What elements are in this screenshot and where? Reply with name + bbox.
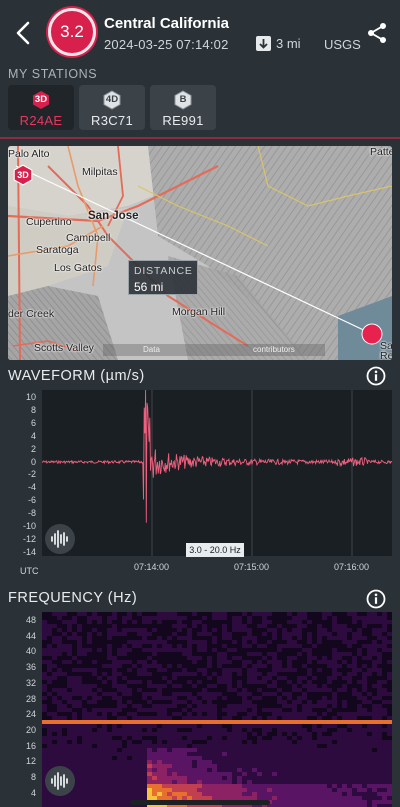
- station-tab-re991[interactable]: B RE991: [150, 85, 216, 130]
- scroll-handle[interactable]: [130, 800, 270, 805]
- filter-band-label: 3.0 - 20.0 Hz: [186, 543, 244, 557]
- station-badge-icon: B: [173, 90, 193, 110]
- station-badge-icon: 4D: [102, 90, 122, 110]
- spectrogram-y-tick: 8: [30, 772, 36, 782]
- waveform-icon[interactable]: [45, 766, 75, 796]
- map-label: Campbell: [66, 232, 111, 244]
- waveform-y-tick: -14: [22, 546, 36, 557]
- spectrogram-y-tick: 36: [25, 662, 36, 673]
- spectrogram-y-tick: 40: [25, 646, 36, 657]
- section-divider: [0, 137, 400, 139]
- distance-callout: DISTANCE 56 mi: [128, 260, 198, 295]
- spectrogram-plot[interactable]: [42, 612, 392, 807]
- station-name: R24AE: [19, 113, 63, 128]
- waveform-y-tick: 8: [30, 404, 36, 415]
- station-name: RE991: [162, 113, 204, 128]
- chevron-left-icon[interactable]: [12, 20, 36, 46]
- waveform-x-tick: 07:16:00: [334, 562, 370, 572]
- waveform-plot[interactable]: [41, 389, 393, 556]
- map-label: Patte: [370, 146, 392, 158]
- waveform-y-tick: 0: [30, 456, 36, 467]
- waveform-y-tick: 2: [30, 443, 36, 454]
- header: 3.2 Central California 2024-03-25 07:14:…: [0, 0, 400, 66]
- spectrogram-y-tick: 32: [25, 677, 36, 688]
- spectrogram-y-tick: 4: [30, 787, 36, 798]
- distance-value: 56 mi: [134, 280, 164, 294]
- event-region: Central California: [104, 15, 230, 32]
- spectrogram-y-tick: 16: [25, 740, 36, 751]
- station-location-marker[interactable]: 3D: [12, 164, 34, 186]
- waveform-y-tick: -4: [27, 482, 36, 493]
- station-name: R3C71: [91, 113, 133, 128]
- spectrogram-y-tick: 44: [25, 630, 36, 641]
- waveform-x-unit: UTC: [20, 566, 39, 576]
- spectrogram-y-tick: 28: [25, 693, 36, 704]
- spectrogram-y-tick: 48: [25, 615, 36, 625]
- map-attribution: Data contributors: [103, 344, 325, 356]
- map-label: Saratoga: [36, 244, 79, 256]
- station-badge-icon: 3D: [31, 90, 51, 110]
- map-label: Los Gatos: [54, 262, 102, 274]
- waveform-y-tick: 10: [25, 392, 36, 402]
- event-depth: 3 mi: [256, 36, 301, 51]
- event-timestamp: 2024-03-25 07:14:02: [104, 37, 229, 52]
- waveform-line: [41, 389, 393, 523]
- waveform-y-tick: -2: [27, 469, 36, 480]
- arrow-down-icon: [256, 36, 271, 51]
- event-source: USGS: [324, 37, 361, 52]
- depth-value: 3 mi: [276, 36, 301, 51]
- spectrogram-y-tick: 20: [25, 724, 36, 735]
- waveform-y-tick: 4: [30, 430, 36, 441]
- map-label: der Creek: [8, 308, 55, 320]
- info-icon[interactable]: [366, 589, 386, 609]
- station-tab-r3c71[interactable]: 4D R3C71: [79, 85, 145, 130]
- map-label: San Jose: [88, 210, 139, 222]
- waveform-icon[interactable]: [45, 524, 75, 554]
- event-map[interactable]: 3D Palo Alto Milpitas San Jose Cupertino…: [8, 146, 392, 360]
- waveform-title: WAVEFORM (µm/s): [8, 368, 145, 384]
- map-label: Re: [380, 350, 392, 360]
- waveform-x-tick: 07:14:00: [134, 562, 170, 572]
- waveform-x-tick: 07:15:00: [234, 562, 270, 572]
- station-tab-r24ae[interactable]: 3D R24AE: [8, 85, 74, 130]
- map-label: Palo Alto: [8, 148, 50, 160]
- waveform-y-tick: -6: [27, 495, 36, 506]
- map-label: Morgan Hill: [172, 306, 226, 318]
- spectrogram-y-tick: 24: [25, 709, 36, 720]
- info-icon[interactable]: [366, 366, 386, 386]
- map-label: Milpitas: [82, 166, 118, 178]
- magnitude-badge: 3.2: [48, 8, 96, 56]
- spectrogram-y-tick: 12: [25, 756, 36, 767]
- waveform-y-tick: -10: [22, 521, 36, 531]
- waveform-y-tick: -12: [22, 533, 36, 544]
- station-selector: 3D R24AE 4D R3C71 B RE991: [8, 85, 216, 130]
- waveform-trace: [41, 389, 393, 556]
- spectrogram-image: [42, 612, 392, 807]
- waveform-y-tick: 6: [30, 417, 36, 428]
- map-label: Scotts Valley: [34, 342, 94, 354]
- waveform-y-tick: -8: [27, 508, 36, 519]
- distance-label: DISTANCE: [134, 265, 193, 277]
- share-icon[interactable]: [366, 22, 388, 44]
- spectrogram-title: FREQUENCY (Hz): [8, 590, 138, 606]
- map-label: Cupertino: [26, 216, 72, 228]
- stations-label: MY STATIONS: [8, 67, 98, 81]
